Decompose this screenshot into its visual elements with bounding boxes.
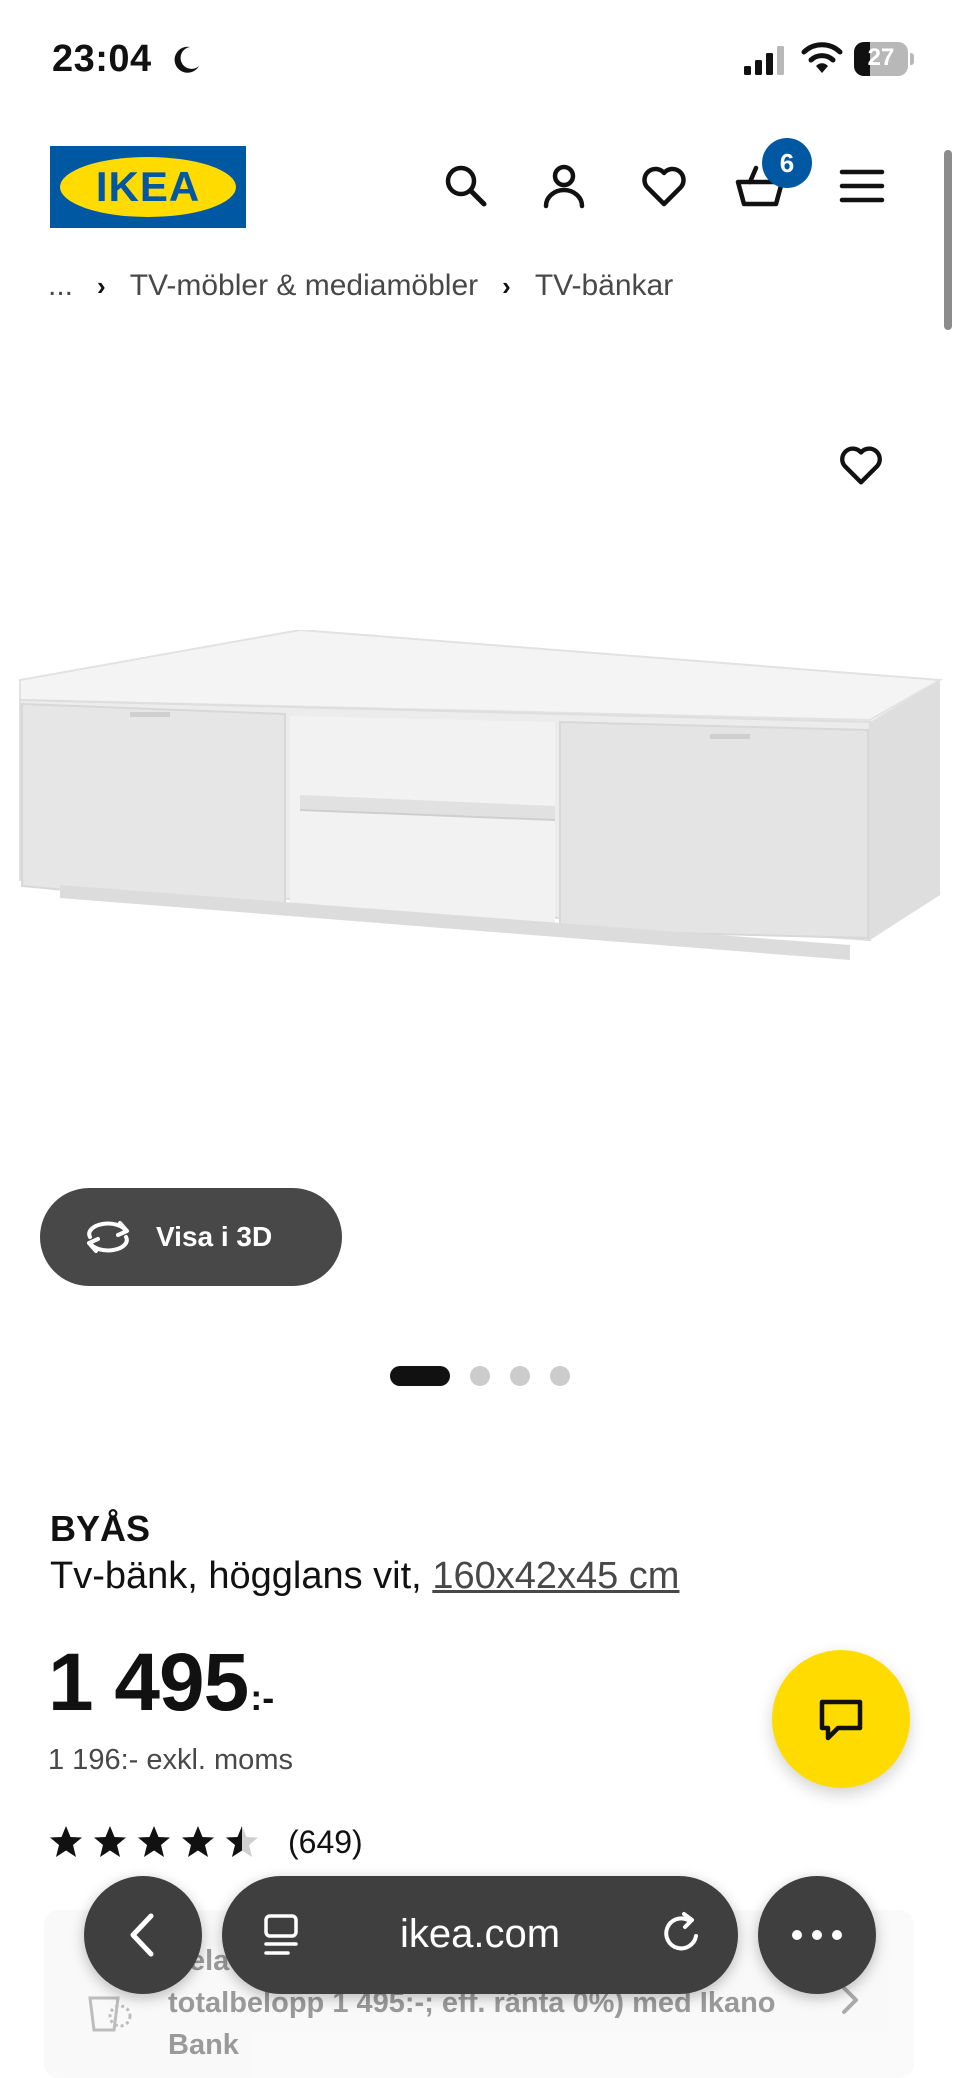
carousel-dot[interactable] xyxy=(510,1366,530,1386)
product-type-text: Tv-bänk, högglans vit, xyxy=(50,1555,433,1597)
price-suffix: :- xyxy=(250,1677,275,1718)
heart-icon[interactable] xyxy=(836,440,886,490)
product-size-link[interactable]: 160x42x45 cm xyxy=(432,1555,679,1597)
ikea-logo[interactable]: IKEA xyxy=(50,146,246,228)
product-name: BYÅS xyxy=(50,1508,151,1549)
view-in-3d-button[interactable]: Visa i 3D xyxy=(40,1188,342,1286)
breadcrumb-separator: › xyxy=(502,270,511,301)
scroll-indicator[interactable] xyxy=(944,150,952,330)
breadcrumb-item-tv-bankar[interactable]: TV-bänkar xyxy=(535,269,673,303)
logo-text: IKEA xyxy=(95,163,201,210)
product-gallery[interactable] xyxy=(0,330,960,1210)
star-icon xyxy=(50,1826,82,1857)
price-value: 1 495 xyxy=(48,1637,249,1728)
price-excl-vat: 1 196:- exkl. moms xyxy=(48,1744,293,1776)
product-description: Tv-bänk, högglans vit, 160x42x45 cm xyxy=(50,1555,679,1598)
rating-count: (649) xyxy=(288,1823,363,1860)
chat-button[interactable] xyxy=(772,1650,910,1788)
address-bar[interactable]: ikea.com xyxy=(222,1876,738,1994)
account-icon[interactable] xyxy=(538,160,590,212)
battery-level: 27 xyxy=(867,44,895,71)
status-time: 23:04 xyxy=(52,38,152,80)
browser-back-button[interactable] xyxy=(84,1876,202,1994)
carousel-dot[interactable] xyxy=(470,1366,490,1386)
breadcrumb-ellipsis[interactable]: ... xyxy=(48,269,73,303)
half-star-icon xyxy=(226,1826,258,1857)
product-price: 1 495 :- xyxy=(48,1636,274,1730)
search-icon[interactable] xyxy=(440,160,492,212)
moon-icon xyxy=(174,46,199,73)
star-icon xyxy=(138,1826,170,1857)
browser-toolbar: ikea.com xyxy=(0,1860,960,2010)
reload-icon[interactable] xyxy=(658,1910,706,1958)
breadcrumb-item-tv-mobler[interactable]: TV-möbler & mediamöbler xyxy=(130,269,478,303)
menu-icon[interactable] xyxy=(836,160,888,212)
product-image-tv-bench xyxy=(19,630,944,960)
carousel-dot-active[interactable] xyxy=(390,1366,450,1386)
cart-count-badge: 6 xyxy=(762,138,812,188)
chevron-left-icon xyxy=(130,1913,154,1957)
chat-icon xyxy=(819,1699,863,1741)
status-bar: 23:04 27 xyxy=(0,0,960,120)
rotate-3d-icon xyxy=(87,1221,129,1253)
breadcrumb-separator: › xyxy=(97,270,106,301)
carousel-dot[interactable] xyxy=(550,1366,570,1386)
cellular-signal-icon xyxy=(744,46,784,75)
carousel-dots xyxy=(390,1365,590,1387)
browser-more-button[interactable] xyxy=(758,1876,876,1994)
breadcrumb: ... › TV-möbler & mediamöbler › TV-bänka… xyxy=(48,264,673,308)
view-in-3d-label: Visa i 3D xyxy=(156,1221,273,1252)
star-icon xyxy=(182,1826,214,1857)
battery-indicator: 27 xyxy=(854,42,914,76)
wifi-icon xyxy=(801,42,843,73)
site-header: IKEA 6 xyxy=(0,130,960,240)
heart-icon[interactable] xyxy=(638,160,690,212)
more-options-icon xyxy=(792,1930,842,1940)
star-icon xyxy=(94,1826,126,1857)
product-rating[interactable]: (649) xyxy=(48,1822,363,1862)
